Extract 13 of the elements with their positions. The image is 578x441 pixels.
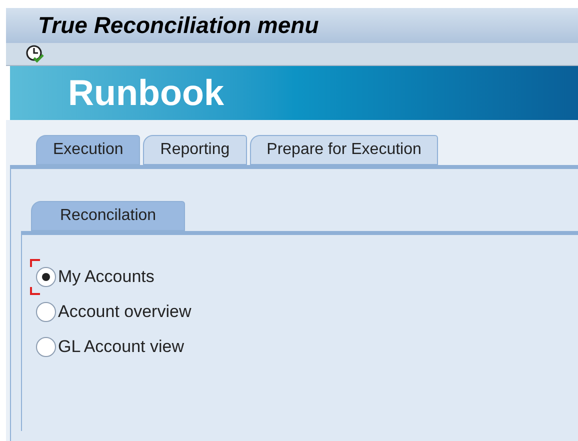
radio-label: GL Account view: [58, 336, 184, 358]
radio-button[interactable]: [36, 302, 56, 322]
tab[interactable]: Reconcilation: [31, 200, 186, 230]
radio-button[interactable]: [36, 266, 56, 286]
banner-title: Runbook: [68, 70, 224, 114]
radio-button[interactable]: [36, 336, 56, 356]
radio-label: Account overview: [58, 300, 192, 323]
tab[interactable]: Execution: [36, 134, 140, 164]
tab[interactable]: Prepare for Execution: [250, 134, 438, 164]
tab[interactable]: Reporting: [143, 134, 247, 164]
radio-label: My Accounts: [58, 266, 154, 288]
window-title: True Reconciliation menu: [38, 11, 319, 40]
execute-clock-icon[interactable]: [24, 42, 46, 64]
